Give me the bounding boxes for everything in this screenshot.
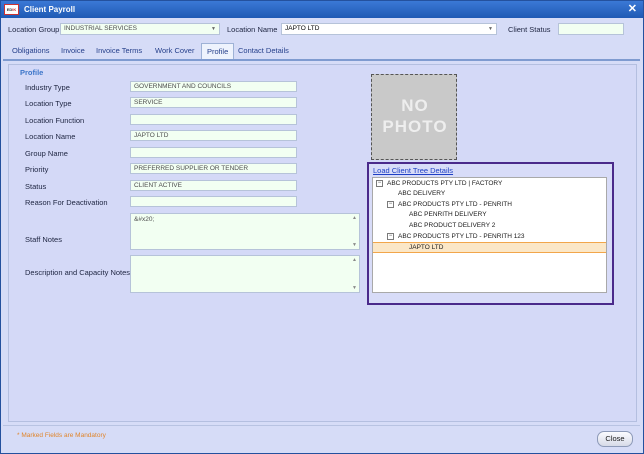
status-label: Status (25, 182, 47, 191)
client-payroll-window: EDIK Client Payroll ✕ Location Group IND… (0, 0, 644, 454)
tree-node-label: ABC DELIVERY (398, 190, 446, 197)
tree-node-label: ABC PRODUCTS PTY LTD - PENRITH (398, 201, 512, 208)
collapse-icon[interactable]: − (376, 180, 383, 187)
load-client-tree-link[interactable]: Load Client Tree Details (373, 166, 453, 175)
description-capacity-notes-label: Description and Capacity Notes (25, 268, 131, 277)
tree-node[interactable]: ABC PENRITH DELIVERY (376, 210, 604, 220)
tree-node[interactable]: − ABC PRODUCTS PTY LTD | FACTORY (376, 179, 604, 189)
collapse-icon[interactable]: − (387, 201, 394, 208)
window-title: Client Payroll (24, 5, 76, 14)
location-group-label: Location Group (8, 25, 60, 34)
tab-invoice-terms[interactable]: Invoice Terms (91, 43, 147, 59)
tab-contact-details[interactable]: Contact Details (233, 43, 294, 59)
tree-node[interactable]: − ABC PRODUCTS PTY LTD - PENRITH 123 (376, 232, 604, 242)
industry-type-label: Industry Type (25, 83, 70, 92)
tab-obligations[interactable]: Obligations (7, 43, 55, 59)
tree-node-label: ABC PRODUCTS PTY LTD | FACTORY (387, 180, 503, 187)
footer-divider (3, 425, 640, 426)
location-group-select[interactable]: INDUSTRIAL SERVICES ▼ (60, 23, 220, 35)
chevron-down-icon: ▼ (211, 26, 216, 32)
tree-node-label: JAPTO LTD (409, 244, 444, 251)
location-name-select[interactable]: JAPTO LTD ▼ (281, 23, 497, 35)
group-name-field[interactable] (130, 147, 297, 158)
photo-placeholder[interactable]: NO PHOTO (371, 74, 457, 160)
tab-work-cover[interactable]: Work Cover (150, 43, 199, 59)
reason-for-deactivation-field[interactable] (130, 196, 297, 207)
status-field[interactable]: CLIENT ACTIVE (130, 180, 297, 191)
title-bar[interactable]: EDIK Client Payroll ✕ (1, 1, 643, 18)
client-status-field (558, 23, 624, 35)
tree-node[interactable]: − ABC PRODUCTS PTY LTD - PENRITH (376, 200, 604, 210)
tab-invoice[interactable]: Invoice (56, 43, 90, 59)
mandatory-note: * Marked Fields are Mandatory (17, 432, 106, 439)
group-name-label: Group Name (25, 149, 68, 158)
app-logo: EDIK (4, 4, 19, 15)
scroll-up-icon[interactable]: ▲ (352, 257, 357, 263)
client-status-label: Client Status (508, 25, 551, 34)
reason-for-deactivation-label: Reason For Deactivation (25, 198, 108, 207)
scroll-down-icon[interactable]: ▼ (352, 242, 357, 248)
section-title: Profile (20, 68, 44, 77)
client-tree: − ABC PRODUCTS PTY LTD | FACTORY ABC DEL… (372, 177, 607, 293)
location-name-profile-label: Location Name (25, 132, 76, 141)
description-capacity-notes-textarea[interactable]: ▲ ▼ (130, 255, 360, 293)
staff-notes-label: Staff Notes (25, 235, 62, 244)
scrollbar[interactable]: ▲ ▼ (352, 215, 358, 248)
tree-node-selected[interactable]: JAPTO LTD (373, 242, 606, 253)
tree-node-label: ABC PENRITH DELIVERY (409, 211, 487, 218)
location-type-label: Location Type (25, 99, 72, 108)
scrollbar[interactable]: ▲ ▼ (352, 257, 358, 291)
photo-placeholder-line2: PHOTO (382, 117, 448, 136)
scroll-down-icon[interactable]: ▼ (352, 285, 357, 291)
location-name-profile-field[interactable]: JAPTO LTD (130, 130, 297, 141)
priority-field[interactable]: PREFERRED SUPPLIER OR TENDER (130, 163, 297, 174)
priority-label: Priority (25, 165, 49, 174)
location-type-field[interactable]: SERVICE (130, 97, 297, 108)
collapse-icon[interactable]: − (387, 233, 394, 240)
location-function-field[interactable] (130, 114, 297, 125)
tab-profile[interactable]: Profile (201, 43, 235, 60)
location-function-label: Location Function (25, 116, 85, 125)
chevron-down-icon: ▼ (488, 26, 493, 32)
close-icon[interactable]: ✕ (628, 2, 637, 15)
staff-notes-textarea[interactable]: &#x20; ▲ ▼ (130, 213, 360, 250)
photo-placeholder-line1: NO (401, 96, 429, 115)
tab-divider (3, 59, 640, 61)
scroll-up-icon[interactable]: ▲ (352, 215, 357, 221)
location-name-label: Location Name (227, 25, 278, 34)
close-button[interactable]: Close (597, 431, 633, 447)
tree-node-label: ABC PRODUCTS PTY LTD - PENRITH 123 (398, 233, 525, 240)
industry-type-field[interactable]: GOVERNMENT AND COUNCILS (130, 81, 297, 92)
tree-node-label: ABC PRODUCT DELIVERY 2 (409, 222, 496, 229)
tree-node[interactable]: ABC DELIVERY (376, 189, 604, 199)
tree-node[interactable]: ABC PRODUCT DELIVERY 2 (376, 221, 604, 231)
